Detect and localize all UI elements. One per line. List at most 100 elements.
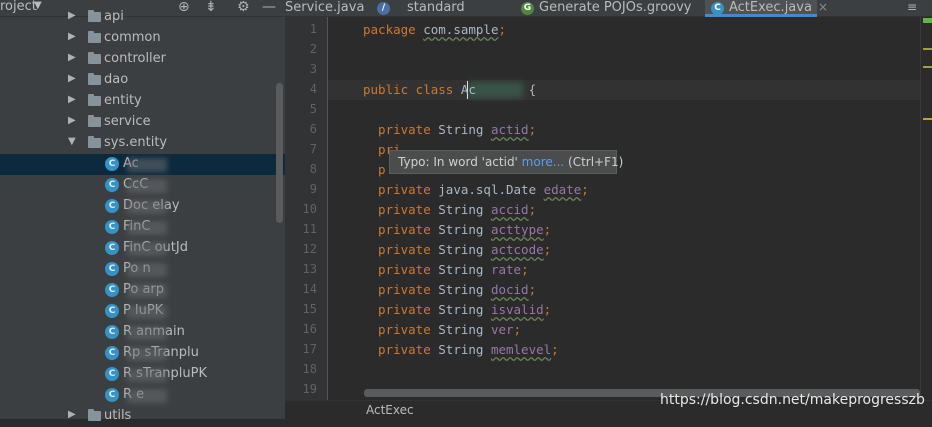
redaction-blur bbox=[127, 200, 167, 214]
code-line: private String actcode; bbox=[363, 242, 551, 257]
code-token: private bbox=[363, 302, 439, 317]
chevron-down-icon[interactable]: ▼ bbox=[68, 136, 76, 147]
code-line: private String accid; bbox=[363, 202, 536, 217]
class-icon: C bbox=[105, 199, 119, 213]
tree-folder[interactable]: ▼ sys.entity bbox=[0, 133, 285, 154]
breadcrumb-item[interactable]: ActExec bbox=[366, 403, 414, 417]
redaction-blur bbox=[127, 305, 167, 319]
code-token: ; bbox=[521, 262, 529, 277]
tree-item-label: utils bbox=[104, 408, 132, 423]
code-token: ; bbox=[498, 22, 507, 37]
code-token: ; bbox=[528, 282, 537, 297]
tree-class[interactable]: CAc bbox=[0, 154, 285, 175]
editor-tab-bar: Service.java / standard G Generate POJOs.g… bbox=[285, 0, 932, 17]
folder-icon bbox=[88, 94, 101, 106]
folder-icon bbox=[88, 52, 101, 64]
chevron-right-icon[interactable]: ▶ bbox=[68, 73, 76, 84]
class-icon: C bbox=[105, 178, 119, 192]
code-token: String bbox=[438, 242, 491, 257]
line-number: 7 bbox=[309, 142, 317, 156]
tree-class[interactable]: CDoc elay bbox=[0, 196, 285, 217]
tree-class[interactable]: CPo n bbox=[0, 259, 285, 280]
code-token: String bbox=[438, 302, 491, 317]
tree-folder[interactable]: ▶ utils bbox=[0, 406, 285, 427]
typo-tooltip: Typo: In word 'actid' more... (Ctrl+F1) bbox=[389, 150, 623, 174]
stripe-marker[interactable] bbox=[923, 66, 932, 68]
line-number: 15 bbox=[302, 302, 317, 316]
folder-icon bbox=[88, 10, 101, 22]
line-number: 8 bbox=[309, 162, 317, 176]
tree-class[interactable]: CR anmain bbox=[0, 322, 285, 343]
code-token: String bbox=[438, 322, 491, 337]
line-number-gutter: 1 2 3 4 5 6 7 8 9 10 11 12 13 14 15 16 17 18 19 bbox=[285, 17, 328, 400]
code-token: ; bbox=[581, 182, 589, 197]
code-token: accid bbox=[490, 202, 529, 217]
chevron-right-icon[interactable]: ▶ bbox=[68, 31, 76, 42]
tab-generate-pojos[interactable]: G Generate POJOs.groovy bbox=[521, 0, 692, 17]
redaction-blur bbox=[127, 326, 167, 340]
tab-actexec-java[interactable]: C ActExec.java × bbox=[705, 0, 828, 17]
tree-folder[interactable]: ▶ service bbox=[0, 112, 285, 133]
code-line: private String docid; bbox=[363, 282, 536, 297]
tree-class[interactable]: CP luPK bbox=[0, 301, 285, 322]
analysis-ok-icon[interactable] bbox=[923, 18, 932, 23]
close-icon[interactable]: × bbox=[818, 0, 828, 14]
tree-class[interactable]: CR e bbox=[0, 385, 285, 406]
code-token: { bbox=[528, 82, 537, 97]
tab-service-java[interactable]: Service.java bbox=[285, 0, 364, 17]
code-token: private bbox=[363, 342, 439, 357]
class-icon: C bbox=[105, 388, 119, 402]
line-number: 6 bbox=[309, 122, 317, 136]
class-icon: C bbox=[105, 325, 119, 339]
stripe-marker[interactable] bbox=[923, 48, 932, 50]
line-number: 18 bbox=[302, 362, 317, 376]
project-scrollbar[interactable] bbox=[276, 83, 283, 223]
code-token: public class bbox=[363, 82, 461, 97]
class-icon: C bbox=[711, 2, 724, 15]
tree-folder[interactable]: ▶ api bbox=[0, 7, 285, 28]
line-number: 14 bbox=[302, 282, 317, 296]
tree-folder[interactable]: ▶ dao bbox=[0, 70, 285, 91]
tree-item-label: controller bbox=[104, 51, 167, 66]
code-line: public class Ac { bbox=[363, 82, 536, 97]
code-token: private bbox=[363, 262, 439, 277]
project-panel: roject ▼ ⊕ ⇟ ⚙ — ▶ api ▶ common ▶ controller ▶… bbox=[0, 0, 285, 423]
chevron-right-icon[interactable]: ▶ bbox=[68, 94, 76, 105]
code-token: package bbox=[363, 22, 424, 37]
class-icon: C bbox=[105, 304, 119, 318]
code-line: p bbox=[363, 162, 386, 177]
code-token: actcode bbox=[490, 242, 544, 257]
tree-class[interactable]: CPo arp bbox=[0, 280, 285, 301]
chevron-right-icon[interactable]: ▶ bbox=[68, 409, 76, 420]
tab-label: standard bbox=[407, 0, 465, 15]
code-editor[interactable]: package com.sample; public class Ac { pri… bbox=[328, 17, 920, 400]
stripe-marker[interactable] bbox=[923, 118, 932, 120]
class-icon: C bbox=[105, 220, 119, 234]
tree-item-label: common bbox=[104, 30, 161, 45]
tab-label: ActExec.java bbox=[729, 0, 812, 15]
line-number: 9 bbox=[309, 182, 317, 196]
code-token: private bbox=[363, 202, 439, 217]
tree-folder[interactable]: ▶ common bbox=[0, 28, 285, 49]
tab-overflow-icon[interactable]: ≡ bbox=[907, 0, 917, 14]
folder-icon bbox=[88, 115, 101, 127]
chevron-right-icon[interactable]: ▶ bbox=[68, 10, 76, 21]
tree-item-label: dao bbox=[104, 72, 129, 87]
tree-class[interactable]: CCcC bbox=[0, 175, 285, 196]
chevron-right-icon[interactable]: ▶ bbox=[68, 115, 76, 126]
tooltip-more-link[interactable]: more... bbox=[522, 155, 565, 169]
code-token: String bbox=[438, 222, 491, 237]
tree-class[interactable]: CFinC outJd bbox=[0, 238, 285, 259]
tree-class[interactable]: CR sTranpluPK bbox=[0, 364, 285, 385]
tree-class[interactable]: CFinC bbox=[0, 217, 285, 238]
tree-folder[interactable]: ▶ controller bbox=[0, 49, 285, 70]
chevron-right-icon[interactable]: ▶ bbox=[68, 52, 76, 63]
folder-icon bbox=[88, 31, 101, 43]
tab-standard[interactable]: / standard bbox=[377, 0, 497, 17]
tree-folder[interactable]: ▶ entity bbox=[0, 91, 285, 112]
line-number: 10 bbox=[302, 202, 317, 216]
code-line: private String isvalid; bbox=[363, 302, 551, 317]
tree-class[interactable]: CRp sTranplu bbox=[0, 343, 285, 364]
class-icon: C bbox=[105, 241, 119, 255]
file-icon: / bbox=[377, 2, 390, 15]
